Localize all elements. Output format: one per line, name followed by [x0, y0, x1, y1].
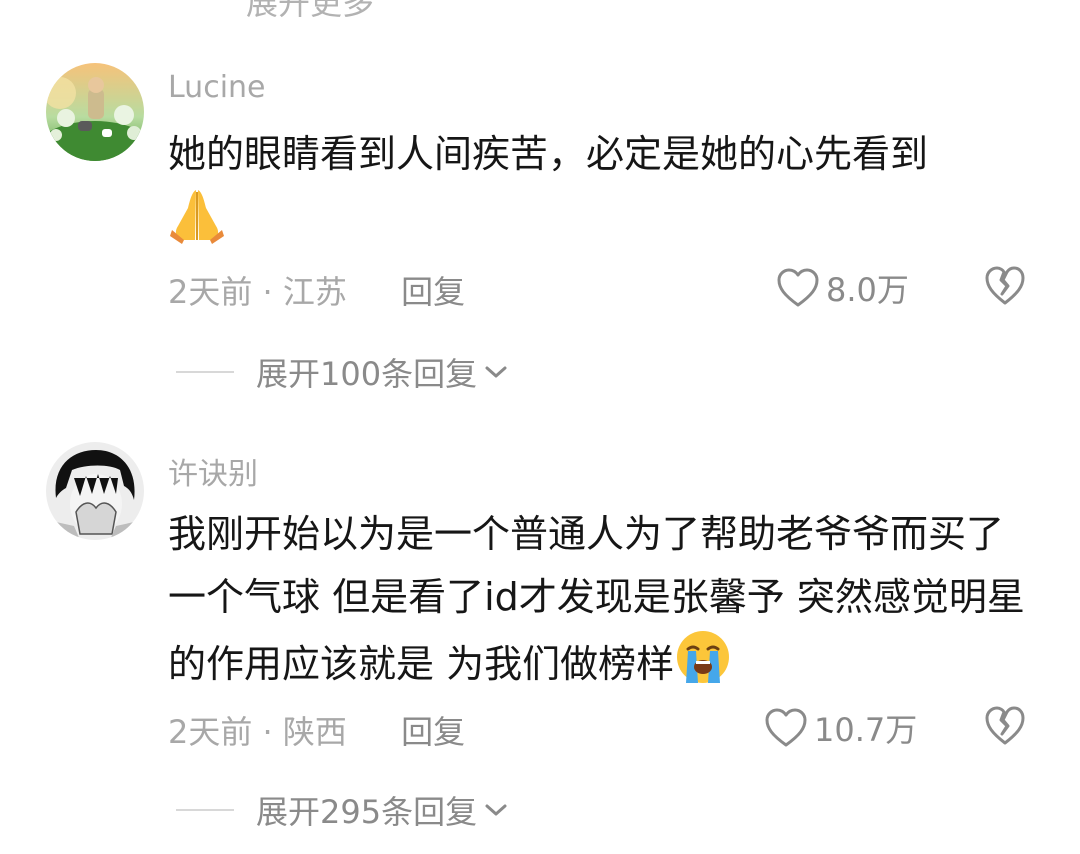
divider — [176, 809, 234, 811]
comment-text: 她的眼睛看到人间疾苦，必定是她的心先看到 — [168, 123, 1038, 263]
meta-separator: · — [262, 713, 273, 751]
comment-text: 我刚开始以为是一个普通人为了帮助老爷爷而买了一个气球 但是看了id才发现是张馨予… — [168, 503, 1038, 704]
comment-location: 江苏 — [282, 273, 347, 311]
broken-heart-icon[interactable] — [984, 706, 1026, 746]
reply-button[interactable]: 回复 — [401, 713, 465, 751]
comment-time: 2天前 — [168, 713, 253, 751]
expand-replies-label: 展开100条回复 — [256, 355, 478, 393]
like-button[interactable]: 8.0万 — [776, 265, 909, 311]
comment-username[interactable]: 许诀别 — [168, 449, 258, 493]
heart-outline-icon — [765, 708, 807, 747]
avatar[interactable] — [46, 63, 144, 161]
heart-outline-icon — [777, 268, 819, 307]
expand-replies-button[interactable]: 展开295条回复 — [176, 787, 509, 833]
like-count: 10.7万 — [814, 711, 918, 749]
comment-time: 2天前 — [168, 273, 253, 311]
like-button[interactable]: 10.7万 — [764, 705, 917, 751]
chevron-down-icon — [485, 366, 507, 378]
comment-location: 陕西 — [282, 713, 347, 751]
comment-text-body: 她的眼睛看到人间疾苦，必定是她的心先看到 — [168, 132, 929, 176]
previous-expand-cutoff[interactable]: 展开更多 — [246, 0, 374, 24]
expand-replies-button[interactable]: 展开100条回复 — [176, 349, 509, 395]
like-count: 8.0万 — [826, 271, 909, 309]
praying-hands-icon — [168, 186, 226, 263]
divider — [176, 371, 234, 373]
comment-text-body: 我刚开始以为是一个普通人为了帮助老爷爷而买了一个气球 但是看了id才发现是张馨予… — [168, 512, 1025, 686]
avatar[interactable] — [46, 442, 144, 540]
expand-replies-label: 展开295条回复 — [256, 793, 478, 831]
meta-separator: · — [262, 273, 273, 311]
broken-heart-icon[interactable] — [984, 266, 1026, 306]
reply-button[interactable]: 回复 — [401, 273, 465, 311]
comment-meta: 2天前 · 江苏 回复 — [168, 267, 465, 313]
chevron-down-icon — [485, 804, 507, 816]
comment-meta: 2天前 · 陕西 回复 — [168, 707, 465, 753]
loudly-crying-face-icon — [674, 629, 732, 704]
comment-username[interactable]: Lucine — [168, 70, 266, 105]
